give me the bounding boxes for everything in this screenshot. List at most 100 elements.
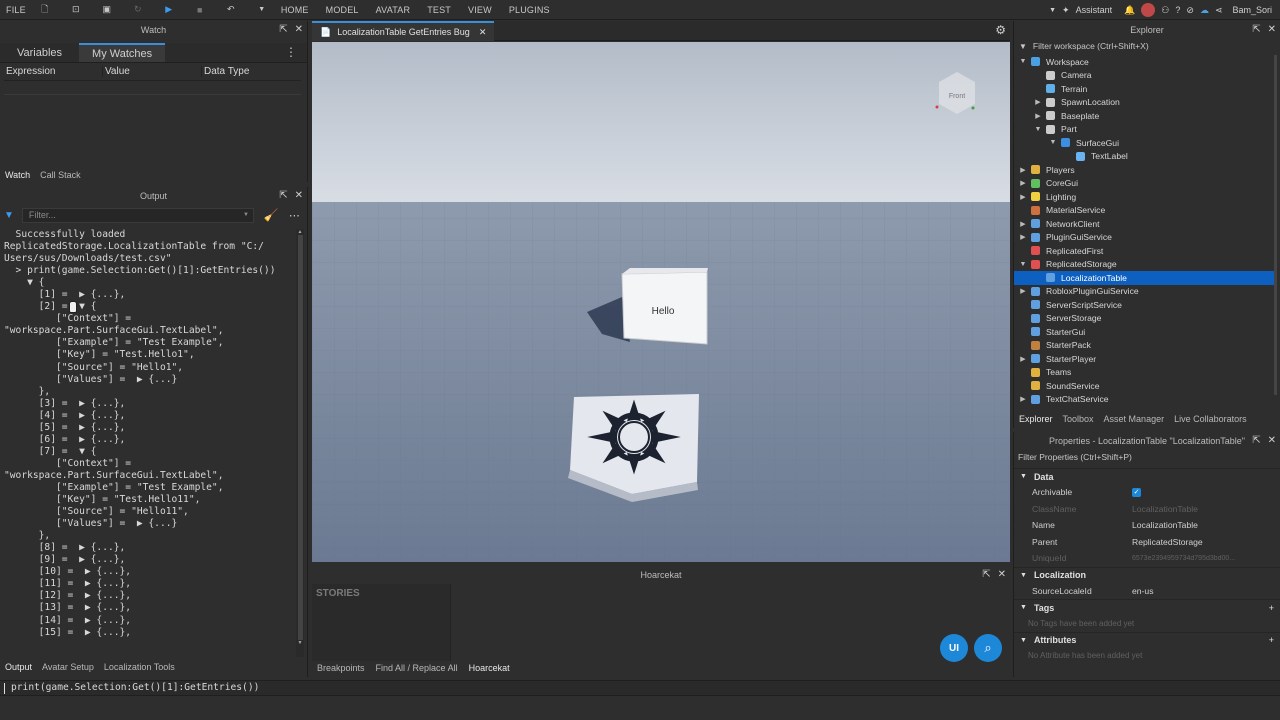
explorer-item-localizationtable[interactable]: LocalizationTable [1014,271,1276,285]
chevron-down-icon[interactable]: ▼ [243,212,249,218]
command-input[interactable]: print(game.Selection:Get()[1]:GetEntries… [11,682,259,694]
chevron-down-icon[interactable]: ▼ [1018,261,1028,268]
help-icon[interactable]: ? [1175,5,1180,15]
share-icon[interactable]: ⊘ [1186,5,1194,16]
more-icon[interactable]: ⋯ [289,209,300,222]
explorer-item-starterpack[interactable]: StarterPack [1014,339,1276,353]
scrollbar-down-icon[interactable]: ▼ [296,640,304,646]
close-icon[interactable]: ✕ [998,569,1006,580]
explorer-item-serverscriptservice[interactable]: ServerScriptService [1014,298,1276,312]
explorer-item-part[interactable]: ▼ Part [1014,123,1276,137]
share-link-icon[interactable]: ⋖ [1215,5,1223,16]
explorer-item-pluginguiservice[interactable]: ▶ PluginGuiService [1014,231,1276,245]
chevron-right-icon[interactable]: ▶ [1018,355,1028,363]
tab-toolbox[interactable]: Toolbox [1063,414,1094,424]
property-value[interactable]: LocalizationTable [1132,520,1198,530]
watch-empty-row[interactable] [4,81,301,95]
team-icon[interactable]: ⚇ [1161,5,1169,16]
chevron-down-icon[interactable]: ▼ [1048,139,1058,146]
property-value[interactable]: en-us [1132,586,1154,596]
column-expression[interactable]: Expression [4,66,103,77]
explorer-item-materialservice[interactable]: MaterialService [1014,204,1276,218]
explorer-item-robloxpluginguiservice[interactable]: ▶ RobloxPluginGuiService [1014,285,1276,299]
menu-test[interactable]: TEST [427,5,451,15]
explorer-item-baseplate[interactable]: ▶ Baseplate [1014,109,1276,123]
play-icon[interactable]: ▶ [162,3,176,17]
notification-icon[interactable]: 🔔 [1124,5,1135,16]
explorer-item-textchatservice[interactable]: ▶ TextChatService [1014,393,1276,407]
chevron-right-icon[interactable]: ▶ [1018,179,1028,187]
explorer-scrollbar[interactable] [1274,55,1277,395]
chevron-down-icon[interactable]: ▼ [1049,7,1056,14]
tab-find-replace[interactable]: Find All / Replace All [376,663,458,673]
add-attribute-icon[interactable]: + [1269,635,1274,645]
output-filter-input[interactable]: Filter... ▼ [21,207,254,223]
chevron-right-icon[interactable]: ▶ [1018,193,1028,201]
explorer-item-terrain[interactable]: Terrain [1014,82,1276,96]
scrollbar-up-icon[interactable]: ▲ [296,229,304,235]
archivable-checkbox[interactable]: ✓ [1132,487,1141,497]
explorer-item-starterplayer[interactable]: ▶ StarterPlayer [1014,352,1276,366]
close-icon[interactable]: ✕ [295,190,303,201]
explorer-filter[interactable]: ▼ Filter workspace (Ctrl+Shift+X) [1014,39,1280,53]
tab-avatar-setup[interactable]: Avatar Setup [42,662,94,672]
menu-view[interactable]: VIEW [468,5,492,15]
zoom-search-icon[interactable]: ⌕ [974,634,1002,662]
property-parent[interactable]: Parent ReplicatedStorage [1014,534,1280,551]
filter-icon[interactable]: ▼ [4,210,14,221]
explorer-item-networkclient[interactable]: ▶ NetworkClient [1014,217,1276,231]
add-tag-icon[interactable]: + [1269,603,1274,613]
explorer-item-coregui[interactable]: ▶ CoreGui [1014,177,1276,191]
more-icon[interactable]: ⋮ [285,43,297,62]
tab-asset-manager[interactable]: Asset Manager [1104,414,1165,424]
username[interactable]: Bam_Sori [1232,5,1272,15]
3d-viewport[interactable]: Hello Front [312,42,1010,562]
pin-icon[interactable]: ⇱ [1252,24,1260,35]
assistant-icon[interactable]: ✦ [1062,5,1070,16]
chevron-right-icon[interactable]: ▶ [1018,166,1028,174]
dropdown-icon[interactable]: ▼ [255,3,269,17]
tab-output[interactable]: Output [5,662,32,672]
explorer-item-soundservice[interactable]: SoundService [1014,379,1276,393]
chevron-right-icon[interactable]: ▶ [1033,112,1043,120]
column-data-type[interactable]: Data Type [202,66,301,77]
chevron-right-icon[interactable]: ▶ [1018,220,1028,228]
file-menu[interactable]: FILE [6,5,26,15]
close-icon[interactable]: ✕ [479,27,487,38]
menu-avatar[interactable]: AVATAR [376,5,411,15]
explorer-item-surfacegui[interactable]: ▼ SurfaceGui [1014,136,1276,150]
tab-breakpoints[interactable]: Breakpoints [317,663,365,673]
close-icon[interactable]: ✕ [295,24,303,35]
gear-icon[interactable]: ⚙ [995,23,1006,37]
section-localization[interactable]: ▼ Localization [1014,566,1280,583]
chevron-right-icon[interactable]: ▶ [1018,233,1028,241]
tab-watch[interactable]: Watch [5,170,30,180]
explorer-item-replicatedstorage[interactable]: ▼ ReplicatedStorage [1014,258,1276,272]
new-file-icon[interactable]: 🗋 [38,3,52,17]
section-attributes[interactable]: ▼ Attributes + [1014,631,1280,648]
chevron-right-icon[interactable]: ▶ [1033,98,1043,106]
tab-call-stack[interactable]: Call Stack [40,170,81,180]
menu-plugins[interactable]: PLUGINS [509,5,550,15]
explorer-item-lighting[interactable]: ▶ Lighting [1014,190,1276,204]
save-icon[interactable]: ▣ [100,3,114,17]
explorer-item-serverstorage[interactable]: ServerStorage [1014,312,1276,326]
chevron-right-icon[interactable]: ▶ [1018,287,1028,295]
stop-icon[interactable]: ■ [193,3,207,17]
properties-filter[interactable]: Filter Properties (Ctrl+Shift+P) [1014,450,1280,464]
close-icon[interactable]: ✕ [1268,435,1276,446]
tab-my-watches[interactable]: My Watches [79,43,166,62]
explorer-item-startergui[interactable]: StarterGui [1014,325,1276,339]
avatar[interactable] [1141,3,1156,17]
property-archivable[interactable]: Archivable ✓ [1014,484,1280,501]
pin-icon[interactable]: ⇱ [279,24,287,35]
property-name[interactable]: Name LocalizationTable [1014,517,1280,534]
pin-icon[interactable]: ⇱ [279,190,287,201]
clear-output-icon[interactable]: 🧹 [264,208,279,222]
output-scrollbar[interactable]: ▲ ▼ [296,229,304,657]
menu-model[interactable]: MODEL [326,5,359,15]
command-bar[interactable]: print(game.Selection:Get()[1]:GetEntries… [0,680,1280,696]
assistant-button[interactable]: Assistant [1076,5,1113,15]
tab-explorer[interactable]: Explorer [1019,414,1053,424]
explorer-item-players[interactable]: ▶ Players [1014,163,1276,177]
